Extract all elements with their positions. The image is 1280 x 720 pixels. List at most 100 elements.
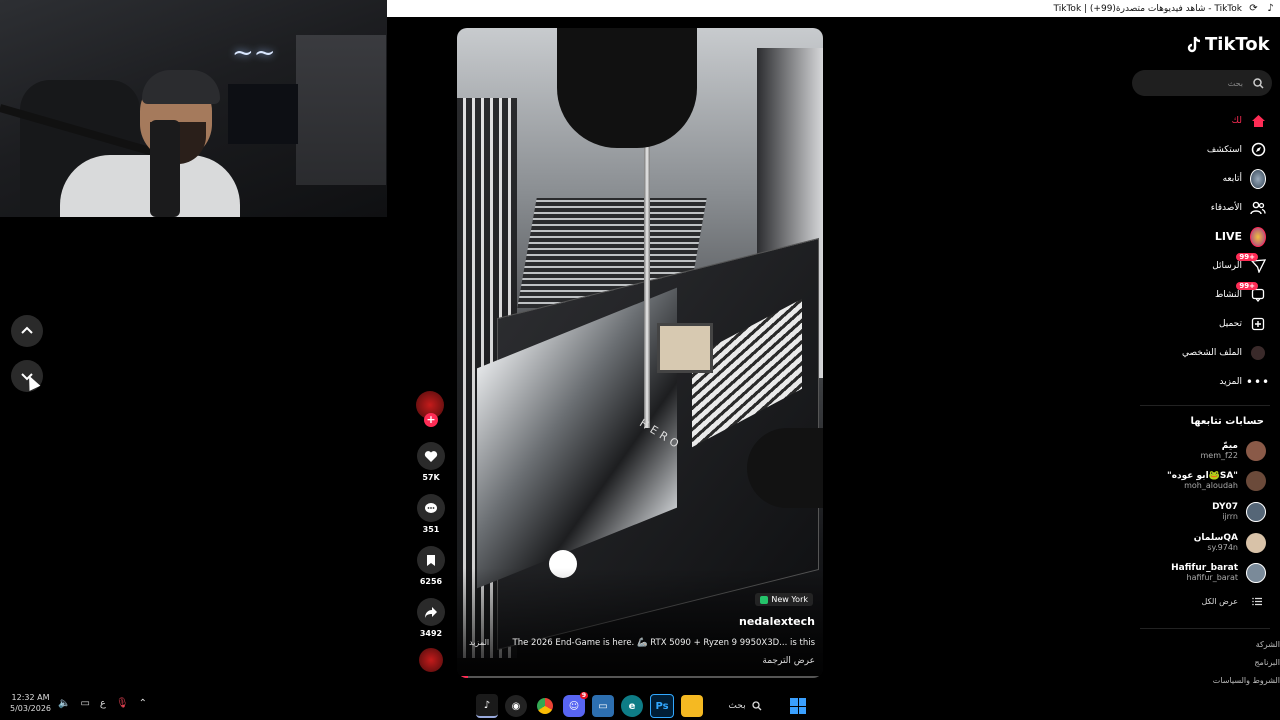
video-progress-bar[interactable] <box>457 676 823 678</box>
network-icon[interactable]: ▭ <box>80 698 89 709</box>
sidebar-divider <box>1140 628 1270 629</box>
file-explorer-icon[interactable] <box>681 695 703 717</box>
comment-button[interactable]: 351 <box>416 494 446 534</box>
profile-icon <box>1250 345 1266 361</box>
account-name: Hafifur_barat <box>1171 563 1238 573</box>
search-icon <box>1253 77 1264 89</box>
sidebar-item-label: النشاط <box>1214 289 1242 300</box>
see-more-link[interactable]: المزيد <box>469 638 489 647</box>
compass-icon <box>1250 142 1266 158</box>
avatar <box>1246 563 1266 583</box>
sidebar-item-following[interactable]: أتابعه <box>1126 164 1266 193</box>
account-handle: moh_aloudah <box>1184 481 1238 490</box>
windows-start-icon[interactable] <box>787 695 809 717</box>
sidebar-item-upload[interactable]: تحميل <box>1126 309 1266 338</box>
footer-program-link[interactable]: البرنامج <box>1254 658 1280 667</box>
followed-account[interactable]: ميمّ mem_f22 <box>1126 436 1266 466</box>
webcam-overlay: ~~ <box>0 0 387 217</box>
comment-count: 351 <box>422 525 440 534</box>
activity-badge: 99+ <box>1236 282 1258 290</box>
sidebar-item-label: الرسائل <box>1212 260 1242 271</box>
tiktok-logo[interactable]: TikTok <box>1186 34 1270 55</box>
taskbar-clock[interactable]: 12:32 AM 5/03/2026 <box>10 692 51 714</box>
video-player[interactable]: HERO New York nedalextech The 2026 End-G… <box>457 28 823 678</box>
volume-icon[interactable]: 🔈 <box>58 698 70 709</box>
sidebar-item-label: أتابعه <box>1222 173 1242 184</box>
tiktok-note-icon <box>1187 36 1201 52</box>
avatar <box>1246 502 1266 522</box>
account-handle: sy.974n <box>1207 543 1238 552</box>
account-handle: hafifur_barat <box>1186 573 1239 582</box>
footer-company-link[interactable]: الشركة <box>1256 640 1280 649</box>
following-accounts-title: حسابات تتابعها <box>1190 416 1264 427</box>
sidebar-item-profile[interactable]: الملف الشخصي <box>1126 338 1266 367</box>
share-button[interactable]: 3492 <box>416 598 446 638</box>
video-description: The 2026 End-Game is here. 🦾 RTX 5090 + … <box>512 638 815 648</box>
avatar <box>1246 471 1266 491</box>
sidebar-item-for-you[interactable]: لك <box>1126 106 1266 135</box>
sidebar-item-label: تحميل <box>1218 318 1242 329</box>
clock-time: 12:32 AM <box>11 693 50 702</box>
chevron-up-icon <box>21 326 33 334</box>
sidebar-item-label: الملف الشخصي <box>1182 347 1242 358</box>
tiktok-app-icon[interactable]: ♪ <box>476 694 498 718</box>
more-icon: ••• <box>1245 374 1271 389</box>
sidebar-item-live[interactable]: LIVE <box>1126 222 1266 251</box>
webcam-neon-sign: ~~ <box>232 38 276 68</box>
desktop-app-icon[interactable]: ▭ <box>592 695 614 717</box>
tray-expand-chevron-icon[interactable]: ⌃ <box>139 698 147 709</box>
sidebar-item-more[interactable]: المزيد ••• <box>1126 367 1271 396</box>
avatar <box>1246 533 1266 553</box>
share-count: 3492 <box>419 629 443 638</box>
followed-account[interactable]: DY07 ijrrn <box>1126 497 1266 527</box>
video-glove-right <box>747 428 823 508</box>
bookmark-icon <box>427 554 435 566</box>
language-indicator[interactable]: ع <box>100 698 106 709</box>
clock-date: 5/03/2026 <box>10 704 52 713</box>
video-author[interactable]: nedalextech <box>739 615 815 628</box>
webcam-person-cap <box>142 70 220 104</box>
see-all-label: عرض الكل <box>1201 597 1238 606</box>
share-arrow-icon <box>425 606 437 618</box>
creator-avatar-button[interactable]: + <box>416 391 446 427</box>
sidebar-item-activity[interactable]: النشاط 99+ <box>1126 280 1266 309</box>
taskbar-search[interactable]: بحث <box>710 695 780 717</box>
sidebar-item-explore[interactable]: استكشف <box>1126 135 1266 164</box>
sidebar-item-label: الأصدقاء <box>1210 202 1242 213</box>
system-tray: 🔈 ▭ ع 🎙 ⌃ <box>58 698 147 709</box>
photoshop-app-icon[interactable]: Ps <box>650 694 674 718</box>
see-translation-link[interactable]: عرض الترجمة <box>762 656 815 666</box>
account-handle: ijrrn <box>1222 512 1238 521</box>
video-progress-fill <box>457 676 468 678</box>
save-button[interactable]: 6256 <box>416 546 446 586</box>
location-tag[interactable]: New York <box>755 593 813 606</box>
follow-plus-icon[interactable]: + <box>424 413 438 427</box>
search-icon <box>751 701 762 711</box>
followed-account[interactable]: سلمانQA sy.974n <box>1126 528 1266 558</box>
microphone-icon[interactable]: 🎙 <box>116 698 129 709</box>
reload-icon[interactable]: ⟳ <box>1248 3 1259 14</box>
tiktok-logo-text: TikTok <box>1205 34 1270 55</box>
obs-app-icon[interactable]: ◉ <box>505 695 527 717</box>
sidebar-item-messages[interactable]: الرسائل 99+ <box>1126 251 1266 280</box>
heart-icon <box>424 450 438 462</box>
taskbar-search-label: بحث <box>728 701 746 711</box>
chrome-app-icon[interactable] <box>534 695 556 717</box>
sidebar-menu: لك استكشف أتابعه الأصدقاء LIVE الرسائل 9… <box>1126 106 1271 396</box>
search-input[interactable]: بحث <box>1132 70 1272 96</box>
following-avatar-icon <box>1250 168 1266 189</box>
like-button[interactable]: 57K <box>416 442 446 482</box>
edge-app-icon[interactable]: e <box>621 695 643 717</box>
location-label: New York <box>771 595 808 604</box>
followed-account[interactable]: Hafifur_barat hafifur_barat <box>1126 558 1266 588</box>
footer-terms-link[interactable]: الشروط والسياسات <box>1213 676 1280 685</box>
sound-disc-button[interactable] <box>416 648 446 672</box>
followed-account[interactable]: "ابو عوده🐸SA" moh_aloudah <box>1126 466 1266 496</box>
previous-video-button[interactable] <box>11 315 43 347</box>
upload-icon <box>1250 316 1266 332</box>
sidebar-item-label: لك <box>1231 115 1242 126</box>
webcam-monitor <box>228 84 298 144</box>
discord-app-icon[interactable]: ☺ 9 <box>563 692 588 717</box>
see-all-button[interactable]: عرض الكل <box>1201 597 1262 606</box>
sidebar-item-friends[interactable]: الأصدقاء <box>1126 193 1266 222</box>
